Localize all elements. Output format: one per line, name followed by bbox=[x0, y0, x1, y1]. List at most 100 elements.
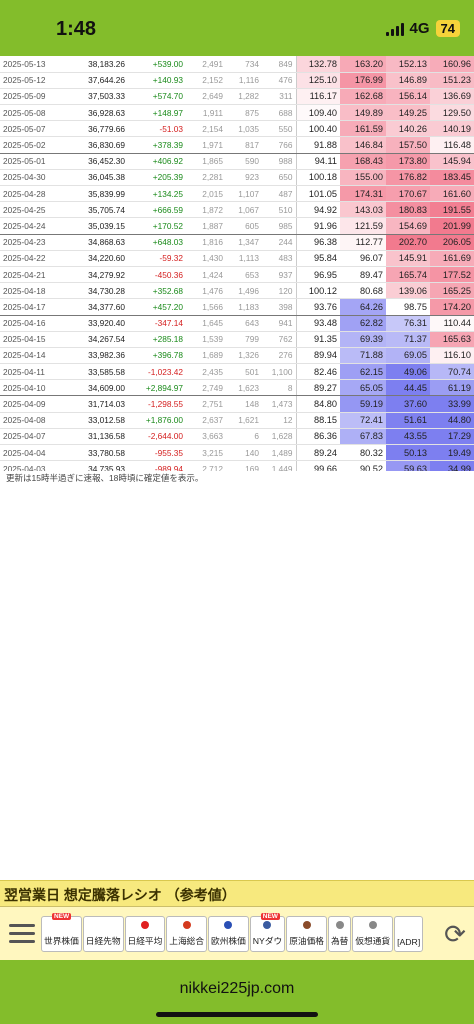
status-bar: 1:48 4G 74 bbox=[0, 0, 474, 56]
table-cell: 116.48 bbox=[430, 136, 474, 154]
table-cell: 1,872 bbox=[186, 201, 226, 219]
table-cell: +457.20 bbox=[128, 298, 186, 316]
table-cell: +378.39 bbox=[128, 136, 186, 154]
table-cell: -1,298.55 bbox=[128, 395, 186, 413]
table-cell: 1,911 bbox=[186, 104, 226, 122]
table-cell: 89.24 bbox=[296, 444, 340, 462]
table-cell: 2025-04-09 bbox=[0, 395, 68, 413]
table-cell: 17.29 bbox=[430, 428, 474, 446]
table-cell: 76.31 bbox=[386, 315, 430, 332]
table-cell: 91.96 bbox=[296, 217, 340, 235]
table-cell: +406.92 bbox=[128, 153, 186, 170]
table-cell: 2,637 bbox=[186, 412, 226, 429]
nav-button[interactable]: 日経先物 bbox=[82, 916, 124, 952]
status-time: 1:48 bbox=[56, 18, 97, 40]
table-cell: 116.17 bbox=[296, 88, 340, 106]
nav-button[interactable]: 日経平均 bbox=[124, 916, 166, 952]
table-cell: 34,279.92 bbox=[68, 266, 128, 284]
table-cell: 176.82 bbox=[386, 169, 430, 187]
table-cell: 12 bbox=[262, 412, 297, 429]
table-cell: 163.20 bbox=[340, 56, 386, 73]
table-cell: 157.50 bbox=[386, 136, 430, 154]
table-cell: 2,749 bbox=[186, 379, 226, 397]
table-cell: 88.15 bbox=[296, 412, 340, 429]
eu-flag-icon bbox=[224, 921, 233, 929]
table-cell: 2025-05-13 bbox=[0, 56, 68, 73]
table-cell: 2025-04-17 bbox=[0, 298, 68, 316]
ratio-table-container[interactable]: 2025-05-13 38,183.26 +539.00 2,491 734 849 132… bbox=[0, 56, 474, 471]
nav-label: 日経先物 bbox=[85, 936, 121, 946]
nav-button[interactable]: NEW NYダウ bbox=[249, 913, 286, 952]
nav-label: 原油価格 bbox=[289, 936, 324, 946]
table-cell: 61.19 bbox=[430, 379, 474, 397]
table-cell: 37,503.33 bbox=[68, 88, 128, 106]
table-cell: -51.03 bbox=[128, 120, 186, 138]
nav-button[interactable]: 原油価格 bbox=[286, 916, 327, 952]
nav-button[interactable]: 欧州株価 bbox=[208, 916, 249, 952]
table-row: 2025-04-15 34,267.54 +285.18 1,539 799 762 91.… bbox=[0, 331, 474, 348]
table-cell: 89.94 bbox=[296, 347, 340, 365]
table-row: 2025-04-23 34,868.63 +648.03 1,816 1,347 244 9… bbox=[0, 234, 474, 251]
table-cell: 93.76 bbox=[296, 298, 340, 316]
table-row: 2025-04-24 35,039.15 +170.52 1,887 605 985 91.… bbox=[0, 217, 474, 235]
table-cell: 2025-04-10 bbox=[0, 379, 68, 397]
table-cell: 2025-04-24 bbox=[0, 217, 68, 235]
table-cell: 33,780.58 bbox=[68, 444, 128, 462]
table-cell: 2,152 bbox=[186, 72, 226, 89]
table-cell: 19.49 bbox=[430, 444, 474, 462]
table-cell: -989.94 bbox=[128, 460, 186, 471]
nav-button[interactable]: 上海総合 bbox=[166, 916, 207, 952]
nav-button[interactable]: [ADR] bbox=[394, 916, 424, 952]
table-cell: 244 bbox=[262, 234, 297, 251]
table-cell: +140.93 bbox=[128, 72, 186, 89]
hamburger-menu-icon[interactable] bbox=[3, 912, 41, 956]
table-cell: 398 bbox=[262, 298, 297, 316]
nav-button[interactable]: 仮想通貨 bbox=[352, 916, 394, 952]
table-cell: 36,045.38 bbox=[68, 169, 128, 187]
table-cell: 33.99 bbox=[430, 395, 474, 413]
table-cell: 34,609.00 bbox=[68, 379, 128, 397]
table-cell: 139.06 bbox=[386, 282, 430, 300]
table-cell: +205.39 bbox=[128, 169, 186, 187]
table-cell: 132.78 bbox=[296, 56, 340, 73]
table-row: 2025-05-02 36,830.69 +378.39 1,971 817 766 91.… bbox=[0, 136, 474, 154]
table-cell: 146.89 bbox=[386, 72, 430, 89]
table-cell: 34,220.60 bbox=[68, 250, 128, 267]
table-cell: 1,449 bbox=[262, 460, 297, 471]
table-cell: 650 bbox=[262, 169, 297, 187]
table-cell: 653 bbox=[226, 266, 262, 284]
table-cell: 1,473 bbox=[262, 395, 297, 413]
table-cell: 2,154 bbox=[186, 120, 226, 138]
table-cell: 734 bbox=[226, 56, 262, 73]
table-row: 2025-04-16 33,920.40 -347.14 1,645 643 941 93.… bbox=[0, 315, 474, 332]
table-cell: 152.13 bbox=[386, 56, 430, 73]
table-cell: 1,107 bbox=[226, 185, 262, 203]
table-cell: 96.38 bbox=[296, 234, 340, 251]
nav-button[interactable]: NEW 世界株価 bbox=[41, 913, 82, 952]
ratio-table: 2025-05-13 38,183.26 +539.00 2,491 734 849 132… bbox=[0, 56, 474, 471]
reload-icon[interactable]: ⟳ bbox=[436, 912, 474, 956]
table-cell: 1,035 bbox=[226, 120, 262, 138]
table-row: 2025-04-28 35,839.99 +134.25 2,015 1,107 487 1… bbox=[0, 185, 474, 203]
table-cell: 988 bbox=[262, 153, 297, 170]
nav-items: NEW 世界株価 日経先物 日経平均 上海総合 欧州株価 NEW NYダウ 原油価格 為替 仮想通貨… bbox=[41, 913, 436, 952]
table-cell: 116.10 bbox=[430, 347, 474, 365]
table-cell: 510 bbox=[262, 201, 297, 219]
table-cell: 80.32 bbox=[340, 444, 386, 462]
table-cell: 1,282 bbox=[226, 88, 262, 106]
nav-button[interactable]: 為替 bbox=[327, 916, 352, 952]
table-cell: 817 bbox=[226, 136, 262, 154]
table-cell: 51.61 bbox=[386, 412, 430, 429]
table-cell: 71.88 bbox=[340, 347, 386, 365]
table-cell: 165.74 bbox=[386, 266, 430, 284]
table-cell: 168.43 bbox=[340, 153, 386, 170]
table-cell: 1,816 bbox=[186, 234, 226, 251]
nav-label: 日経平均 bbox=[127, 936, 163, 946]
table-cell: 96.07 bbox=[340, 250, 386, 267]
table-cell: 82.46 bbox=[296, 363, 340, 381]
table-row: 2025-04-25 35,705.74 +666.59 1,872 1,067 510 9… bbox=[0, 201, 474, 219]
table-cell: 155.00 bbox=[340, 169, 386, 187]
table-cell: 8 bbox=[262, 379, 297, 397]
table-cell: +648.03 bbox=[128, 234, 186, 251]
table-cell: 36,779.66 bbox=[68, 120, 128, 138]
